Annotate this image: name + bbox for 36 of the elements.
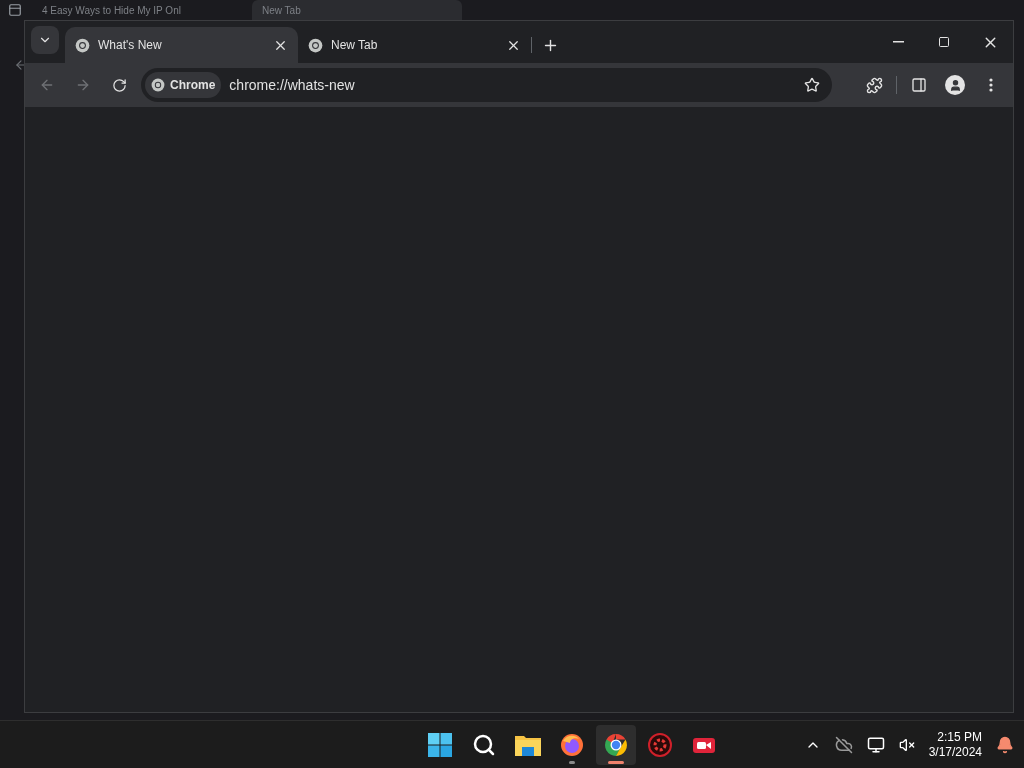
folder-icon [515, 733, 542, 756]
clock[interactable]: 2:15 PM 3/17/2024 [928, 729, 982, 760]
site-chip[interactable]: Chrome [145, 72, 222, 98]
reload-icon [111, 77, 127, 93]
chrome-logo-icon [308, 37, 323, 53]
tab-title: What's New [98, 37, 163, 54]
windows-logo-icon [428, 732, 453, 757]
maximize-icon [938, 36, 950, 48]
chip-label: Chrome [170, 77, 216, 94]
forward-arrow-icon [75, 77, 91, 93]
address-bar[interactable]: Chrome chrome://whats-new [141, 68, 832, 102]
tab-overview-icon[interactable] [8, 3, 22, 17]
browser-tab[interactable]: New Tab [298, 27, 531, 63]
cloud-off-icon[interactable] [834, 735, 853, 754]
bell-icon[interactable] [996, 735, 1014, 754]
search-icon [472, 732, 497, 757]
chrome-logo-icon [75, 37, 90, 53]
tab-title: New Tab [331, 37, 379, 54]
more-vertical-icon [989, 78, 993, 92]
browser-tab[interactable]: What's New [65, 27, 298, 63]
chrome-icon [604, 732, 629, 757]
monitor-icon[interactable] [866, 735, 885, 754]
clock-time: 2:15 PM [937, 729, 982, 745]
tab-search-button[interactable] [31, 26, 59, 54]
background-tab[interactable]: 4 Easy Ways to Hide My IP Onl [32, 0, 242, 20]
clock-date: 3/17/2024 [928, 744, 982, 760]
taskbar-app-button[interactable] [596, 724, 637, 765]
person-icon [945, 75, 965, 95]
side-panel-icon [911, 77, 927, 93]
chrome-logo-icon [151, 78, 165, 92]
minimize-icon [892, 41, 904, 43]
muted-speaker-icon[interactable] [898, 736, 915, 753]
puzzle-icon [865, 76, 883, 94]
bookmark-star-icon[interactable] [804, 77, 820, 93]
background-tab[interactable]: New Tab [252, 0, 462, 20]
url-text: chrome://whats-new [229, 75, 356, 95]
